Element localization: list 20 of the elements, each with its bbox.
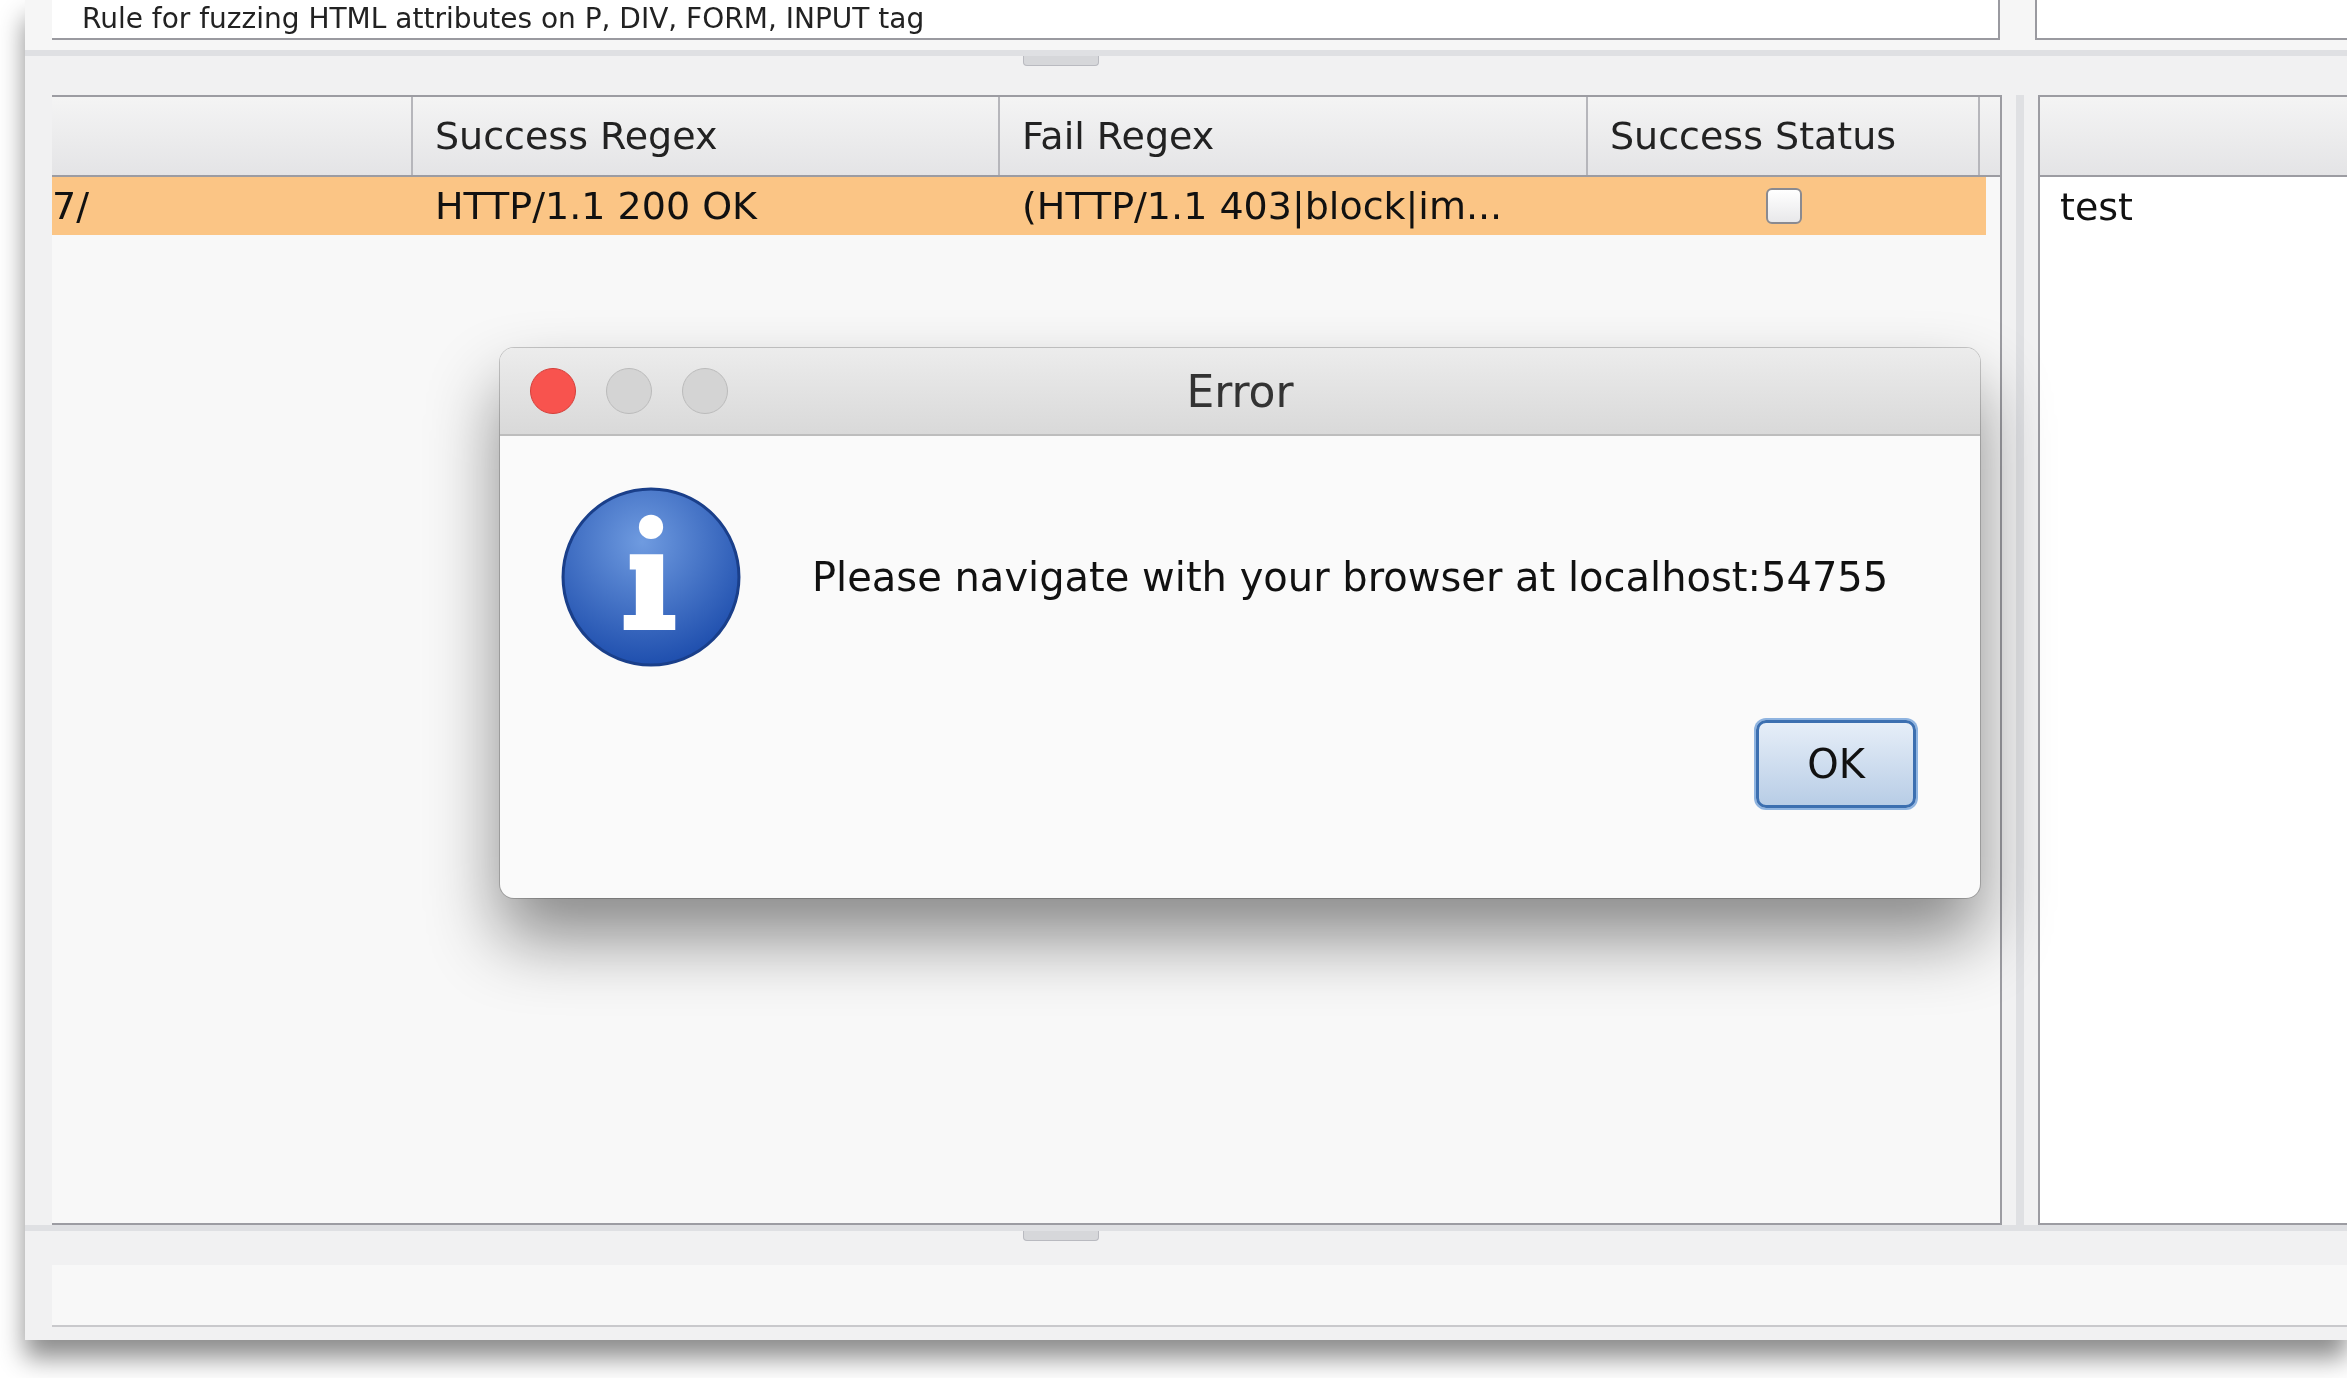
column-header[interactable]: Success Regex bbox=[413, 97, 1000, 175]
table-cell-text: 7/ bbox=[52, 183, 90, 230]
minimize-icon bbox=[606, 368, 652, 414]
rule-field[interactable]: Rule for fuzzing HTML attributes on P, DIV, FORM, INPUT tag bbox=[52, 0, 2000, 40]
column-header[interactable] bbox=[2040, 97, 2347, 177]
column-header[interactable]: Success Status bbox=[1588, 97, 1980, 175]
text-field[interactable] bbox=[2035, 0, 2347, 40]
dialog-title: Error bbox=[1186, 365, 1294, 417]
checkbox[interactable] bbox=[1766, 188, 1802, 224]
table-cell-text: HTTP/1.1 200 OK bbox=[434, 183, 759, 230]
close-icon[interactable] bbox=[530, 368, 576, 414]
table-cell-text: (HTTP/1.1 403|block|im... bbox=[1021, 183, 1504, 231]
list-item[interactable]: test bbox=[2040, 177, 2347, 235]
column-header[interactable]: Fail Regex bbox=[1000, 97, 1588, 175]
ok-button[interactable]: OK bbox=[1756, 720, 1916, 808]
splitter-handle[interactable] bbox=[1023, 1231, 1099, 1241]
splitter-handle[interactable] bbox=[1023, 56, 1099, 66]
info-icon bbox=[560, 486, 742, 668]
zoom-icon bbox=[682, 368, 728, 414]
dialog-message: Please navigate with your browser at localhost:54755 bbox=[812, 554, 1889, 600]
